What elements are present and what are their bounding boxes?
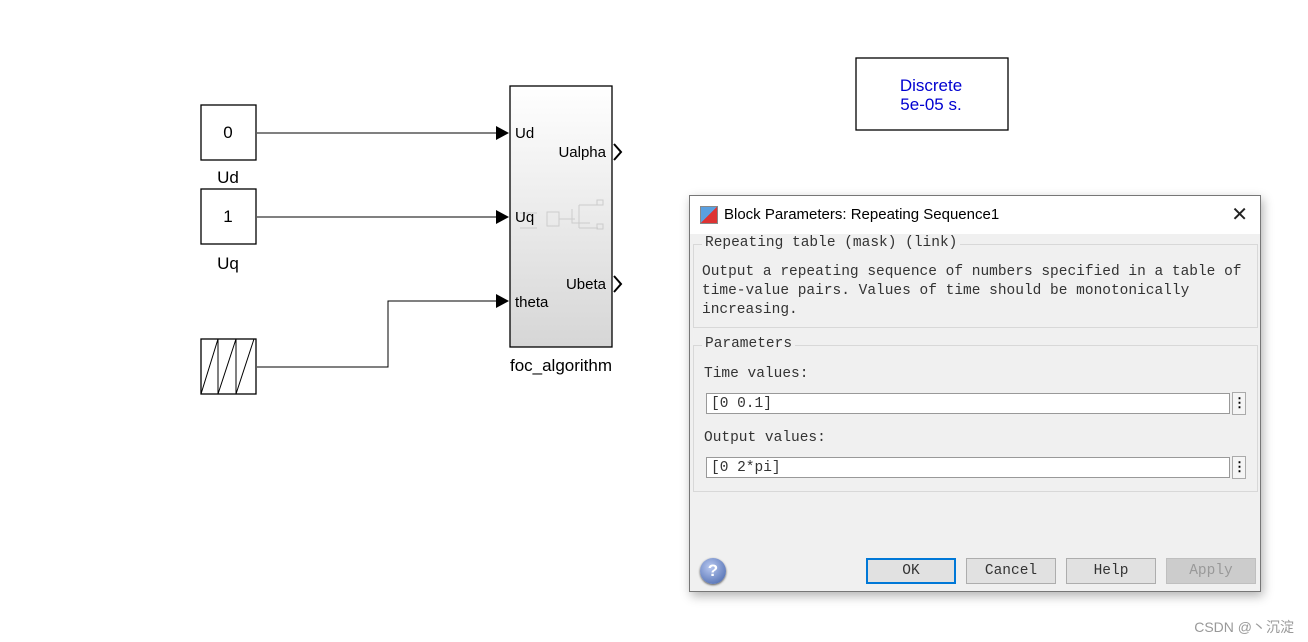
output-values-label: Output values: xyxy=(704,430,826,446)
mask-group-title: Repeating table (mask) (link) xyxy=(702,235,961,251)
subsystem-name: foc_algorithm xyxy=(510,356,612,375)
description-line: time-value pairs. Values of time should … xyxy=(702,283,1190,299)
cancel-button[interactable]: Cancel xyxy=(966,558,1056,584)
port-out-ubeta: Ubeta xyxy=(566,276,607,293)
input-arrows xyxy=(496,126,509,308)
mask-group: Repeating table (mask) (link) Output a r… xyxy=(693,235,1258,328)
constant-block-ud[interactable]: 0 Ud xyxy=(200,104,257,187)
output-values-menu-button[interactable]: ⋮ xyxy=(1232,456,1246,479)
simulink-app-icon xyxy=(700,206,718,224)
parameters-title: Parameters xyxy=(702,336,796,352)
powergui-line1: Discrete xyxy=(900,76,962,95)
dialog-title-bar: Block Parameters: Repeating Sequence1 ✕ xyxy=(690,196,1260,234)
output-values-input[interactable]: [0 2*pi] xyxy=(706,457,1230,478)
port-in-uq: Uq xyxy=(515,209,534,226)
powergui-block[interactable]: Discrete 5e-05 s. xyxy=(855,57,1009,131)
time-values-label: Time values: xyxy=(704,366,809,382)
watermark: CSDN @丶沉淀 xyxy=(1194,619,1294,635)
help-question-icon[interactable]: ? xyxy=(700,558,726,584)
ok-button[interactable]: OK xyxy=(866,558,956,584)
description-line: Output a repeating sequence of numbers s… xyxy=(702,264,1242,280)
time-values-input[interactable]: [0 0.1] xyxy=(706,393,1230,414)
constant-ud-label: Ud xyxy=(217,168,239,187)
foc-algorithm-subsystem[interactable]: Ud Uq theta Ualpha Ubeta foc_algorithm xyxy=(509,85,623,375)
parameters-group: Parameters Time values: [0 0.1] ⋮ Output… xyxy=(693,336,1258,492)
output-port-arrows xyxy=(613,143,623,293)
block-parameters-dialog: Block Parameters: Repeating Sequence1 ✕ … xyxy=(689,195,1261,592)
constant-ud-value: 0 xyxy=(223,123,232,142)
repeating-sequence-block[interactable] xyxy=(200,338,257,395)
constant-uq-label: Uq xyxy=(217,254,239,273)
description-line: increasing. xyxy=(702,302,798,318)
dialog-title: Block Parameters: Repeating Sequence1 xyxy=(724,206,1000,223)
apply-button[interactable]: Apply xyxy=(1166,558,1256,584)
port-out-ualpha: Ualpha xyxy=(558,144,606,161)
constant-uq-value: 1 xyxy=(223,207,232,226)
time-values-menu-button[interactable]: ⋮ xyxy=(1232,392,1246,415)
signal-lines xyxy=(257,132,497,368)
constant-block-uq[interactable]: 1 Uq xyxy=(200,188,257,273)
mask-description: Output a repeating sequence of numbers s… xyxy=(702,263,1242,320)
port-in-theta: theta xyxy=(515,294,549,311)
port-in-ud: Ud xyxy=(515,125,534,142)
powergui-line2: 5e-05 s. xyxy=(900,95,961,114)
help-button[interactable]: Help xyxy=(1066,558,1156,584)
close-icon[interactable]: ✕ xyxy=(1231,202,1248,227)
